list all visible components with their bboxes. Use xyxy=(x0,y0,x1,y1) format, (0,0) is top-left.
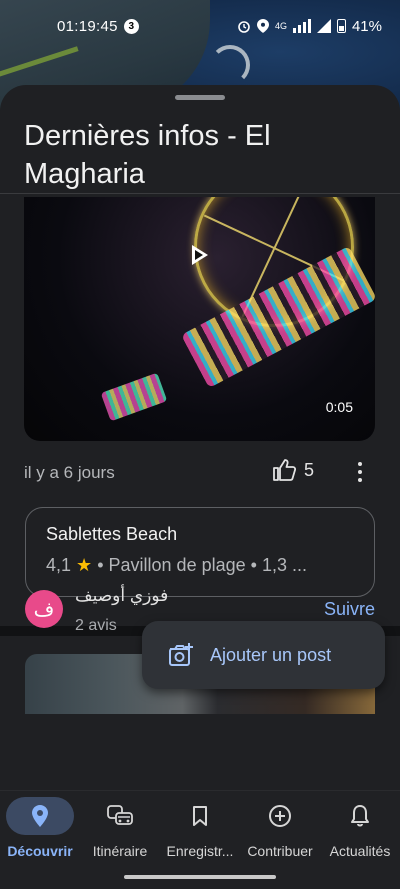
bookmark-icon xyxy=(193,806,207,826)
place-details: 4,1 ★ • Pavillon de plage • 1,3 ... xyxy=(46,555,354,576)
divider xyxy=(0,193,400,194)
network-type: 4G xyxy=(274,21,287,31)
gesture-bar[interactable] xyxy=(124,875,276,879)
nav-item-contribute[interactable]: Contribuer xyxy=(240,797,320,859)
separator: • xyxy=(97,555,109,575)
author-reviews: 2 avis xyxy=(75,617,117,634)
fair-lights-image-2 xyxy=(100,372,168,422)
dot xyxy=(358,462,362,466)
add-post-label: Ajouter un post xyxy=(210,644,332,665)
commute-icon xyxy=(107,805,133,825)
signal-icon-2 xyxy=(316,19,331,33)
nav-icon-container xyxy=(326,797,394,835)
status-time: 01:19:45 xyxy=(57,17,118,35)
author-name[interactable]: فوزي أوصيف xyxy=(75,586,168,606)
nav-icon-container xyxy=(246,797,314,835)
like-button[interactable]: 5 xyxy=(272,459,314,481)
bell-icon xyxy=(351,805,369,827)
place-distance: 1,3 ... xyxy=(261,555,307,575)
notification-count-badge: 3 xyxy=(123,18,139,34)
place-rating: 4,1 xyxy=(46,555,72,575)
sheet-title: Dernières infos - El Magharia xyxy=(24,120,271,190)
video-thumbnail[interactable]: 0:05 xyxy=(24,197,375,441)
post-age: il y a 6 jours xyxy=(24,463,115,482)
more-options-icon[interactable] xyxy=(350,459,370,485)
nav-item-saved[interactable]: Enregistr... xyxy=(160,797,240,859)
nav-item-news[interactable]: Actualités xyxy=(320,797,400,859)
add-post-button[interactable]: Ajouter un post xyxy=(142,621,385,689)
nav-item-discover[interactable]: Découvrir xyxy=(0,797,80,859)
video-duration: 0:05 xyxy=(325,399,353,415)
status-bar: 01:19:45 3 4G 41% xyxy=(0,0,400,52)
add-photo-icon xyxy=(169,643,193,666)
nav-icon-container xyxy=(166,797,234,835)
battery-level: 41% xyxy=(351,17,382,35)
pin-icon xyxy=(32,805,48,827)
place-name: Sablettes Beach xyxy=(46,524,178,544)
nav-label: Actualités xyxy=(329,843,391,859)
like-count: 5 xyxy=(304,459,315,480)
place-card[interactable]: Sablettes Beach 4,1 ★ • Pavillon de plag… xyxy=(25,507,375,597)
dot xyxy=(358,478,362,482)
add-circle-icon xyxy=(269,805,291,827)
follow-button[interactable]: Suivre xyxy=(324,599,375,620)
dot xyxy=(358,470,362,474)
nav-label: Contribuer xyxy=(247,843,313,859)
nav-icon-container xyxy=(6,797,74,835)
place-category: Pavillon de plage xyxy=(108,555,246,575)
nav-icon-container xyxy=(86,797,154,835)
nav-item-itinerary[interactable]: Itinéraire xyxy=(80,797,160,859)
separator: • xyxy=(250,555,262,575)
signal-icon xyxy=(292,19,311,33)
nav-label: Découvrir xyxy=(7,843,73,859)
nav-label: Itinéraire xyxy=(92,843,148,859)
star-icon: ★ xyxy=(76,555,93,575)
status-icons: 4G 41% xyxy=(237,18,382,35)
nav-label: Enregistr... xyxy=(166,843,234,859)
thumb-up-icon xyxy=(273,459,296,481)
avatar[interactable]: ف xyxy=(25,590,63,628)
alarm-icon xyxy=(238,21,250,33)
drag-handle[interactable] xyxy=(175,95,225,100)
location-icon xyxy=(256,19,269,33)
play-icon-inner xyxy=(195,250,203,260)
battery-icon xyxy=(336,19,346,33)
